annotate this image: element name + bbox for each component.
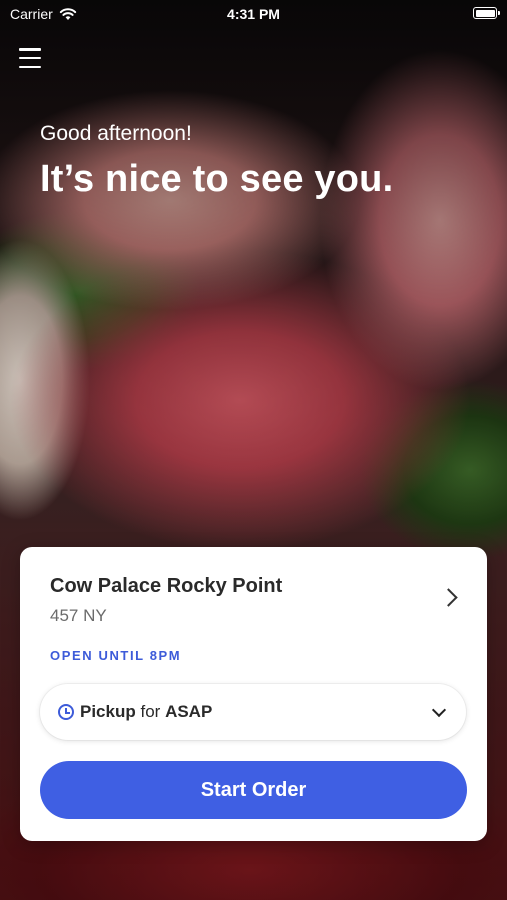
order-time: ASAP (165, 702, 213, 721)
battery-icon (473, 7, 500, 19)
start-order-button[interactable]: Start Order (40, 761, 467, 819)
store-address: 457 NY (50, 606, 107, 625)
pickup-time-dropdown[interactable]: Pickup for ASAP (40, 684, 466, 740)
store-name: Cow Palace Rocky Point (50, 575, 283, 597)
order-mode: Pickup (80, 702, 136, 721)
menu-button[interactable] (19, 48, 41, 68)
hamburger-icon-line (19, 65, 41, 68)
pickup-summary: Pickup for ASAP (80, 702, 212, 722)
greeting-subtitle: Good afternoon! (40, 122, 192, 145)
hamburger-icon-line (19, 48, 41, 51)
store-selector[interactable]: Cow Palace Rocky Point 457 NY (50, 575, 459, 635)
hamburger-icon-line (19, 56, 41, 60)
store-hours-status: OPEN UNTIL 8PM (50, 648, 182, 663)
greeting: Good afternoon! It’s nice to see you. (40, 122, 393, 201)
order-connector: for (140, 702, 161, 721)
order-card: Cow Palace Rocky Point 457 NY OPEN UNTIL… (20, 547, 487, 841)
clock-icon (58, 704, 74, 720)
status-bar: Carrier 4:31 PM (0, 0, 507, 28)
wifi-icon (59, 8, 76, 20)
carrier-label: Carrier (10, 6, 53, 22)
greeting-title: It’s nice to see you. (40, 158, 394, 200)
chevron-down-icon (431, 702, 447, 718)
